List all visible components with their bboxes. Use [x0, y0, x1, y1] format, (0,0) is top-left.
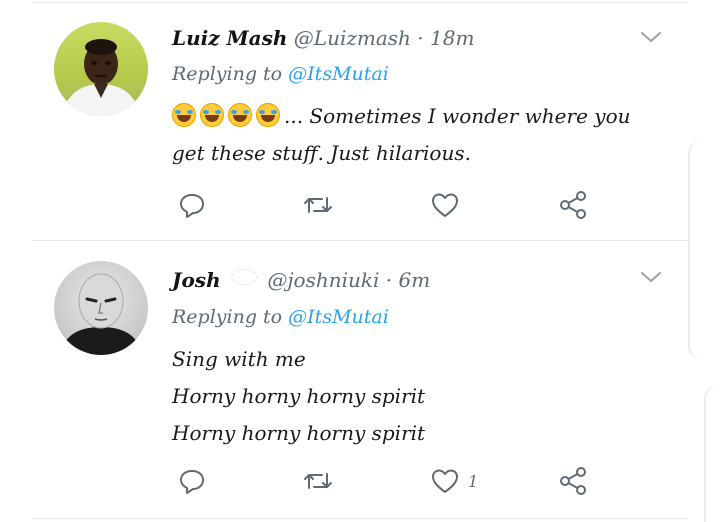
action-bar	[172, 188, 612, 222]
retweet-icon	[304, 197, 332, 213]
display-name[interactable]: Josh	[172, 268, 221, 292]
replying-to: Replying to @ItsMutai	[172, 63, 389, 85]
tweet-line: Horny horny horny spirit	[172, 384, 426, 408]
tweet[interactable]: Luiz Mash @Luizmash · 18m Replying to @I…	[0, 0, 690, 240]
chevron-down-icon[interactable]	[640, 30, 662, 44]
chevron-down-icon[interactable]	[640, 270, 662, 284]
separator-dot: ·	[417, 26, 424, 50]
tweet-header: Luiz Mash @Luizmash · 18m	[172, 26, 474, 50]
share-icon	[560, 467, 586, 495]
tweet-text: ... Sometimes I wonder where you get the…	[172, 98, 631, 172]
reply-button[interactable]	[178, 464, 206, 498]
avatar-photo	[62, 39, 140, 116]
like-button[interactable]: 1	[430, 464, 478, 498]
share-icon	[560, 191, 586, 219]
like-button[interactable]	[430, 188, 468, 222]
tweet-line: Sing with me	[172, 347, 306, 371]
device-edge	[688, 140, 720, 360]
separator-dot: ·	[385, 268, 393, 292]
laughing-crying-emoji-icon	[228, 103, 252, 127]
laughing-crying-emoji-icon	[200, 103, 224, 127]
avatar[interactable]	[54, 22, 148, 116]
share-button[interactable]	[558, 464, 588, 498]
laughing-crying-emoji-icon	[256, 103, 280, 127]
tweet-line: ... Sometimes I wonder where you	[172, 98, 631, 135]
timestamp[interactable]: 6m	[398, 268, 430, 292]
heart-icon	[432, 193, 458, 217]
reply-icon	[180, 470, 204, 494]
verified-badge-icon	[230, 269, 257, 285]
tweet-text: Sing with me Horny horny horny spirit Ho…	[172, 341, 425, 452]
tweet-header: Josh @joshniuki · 6m	[172, 268, 430, 292]
device-edge	[704, 385, 720, 522]
timestamp[interactable]: 18m	[430, 26, 474, 50]
retweet-icon	[304, 473, 332, 489]
avatar-photo	[60, 273, 142, 355]
reply-button[interactable]	[178, 188, 206, 222]
replying-prefix: Replying to	[172, 63, 283, 85]
display-name[interactable]: Luiz Mash	[172, 26, 287, 50]
tweet-line: Horny horny horny spirit	[172, 421, 426, 445]
action-bar: 1	[172, 464, 612, 498]
replying-prefix: Replying to	[172, 306, 283, 328]
share-button[interactable]	[558, 188, 588, 222]
retweet-button[interactable]	[302, 464, 334, 498]
avatar[interactable]	[54, 261, 148, 355]
tweet-line: get these stuff. Just hilarious.	[172, 141, 471, 165]
heart-icon	[432, 469, 458, 493]
retweet-button[interactable]	[302, 188, 334, 222]
like-count: 1	[468, 471, 479, 491]
divider	[32, 518, 688, 519]
replying-to: Replying to @ItsMutai	[172, 306, 389, 328]
reply-icon	[180, 194, 204, 218]
laughing-crying-emoji-icon	[172, 103, 196, 127]
user-handle[interactable]: @joshniuki	[267, 268, 379, 292]
mention-link[interactable]: @ItsMutai	[288, 63, 389, 85]
tweet[interactable]: Josh @joshniuki · 6m Replying to @ItsMut…	[0, 241, 690, 519]
user-handle[interactable]: @Luizmash	[294, 26, 411, 50]
mention-link[interactable]: @ItsMutai	[288, 306, 389, 328]
